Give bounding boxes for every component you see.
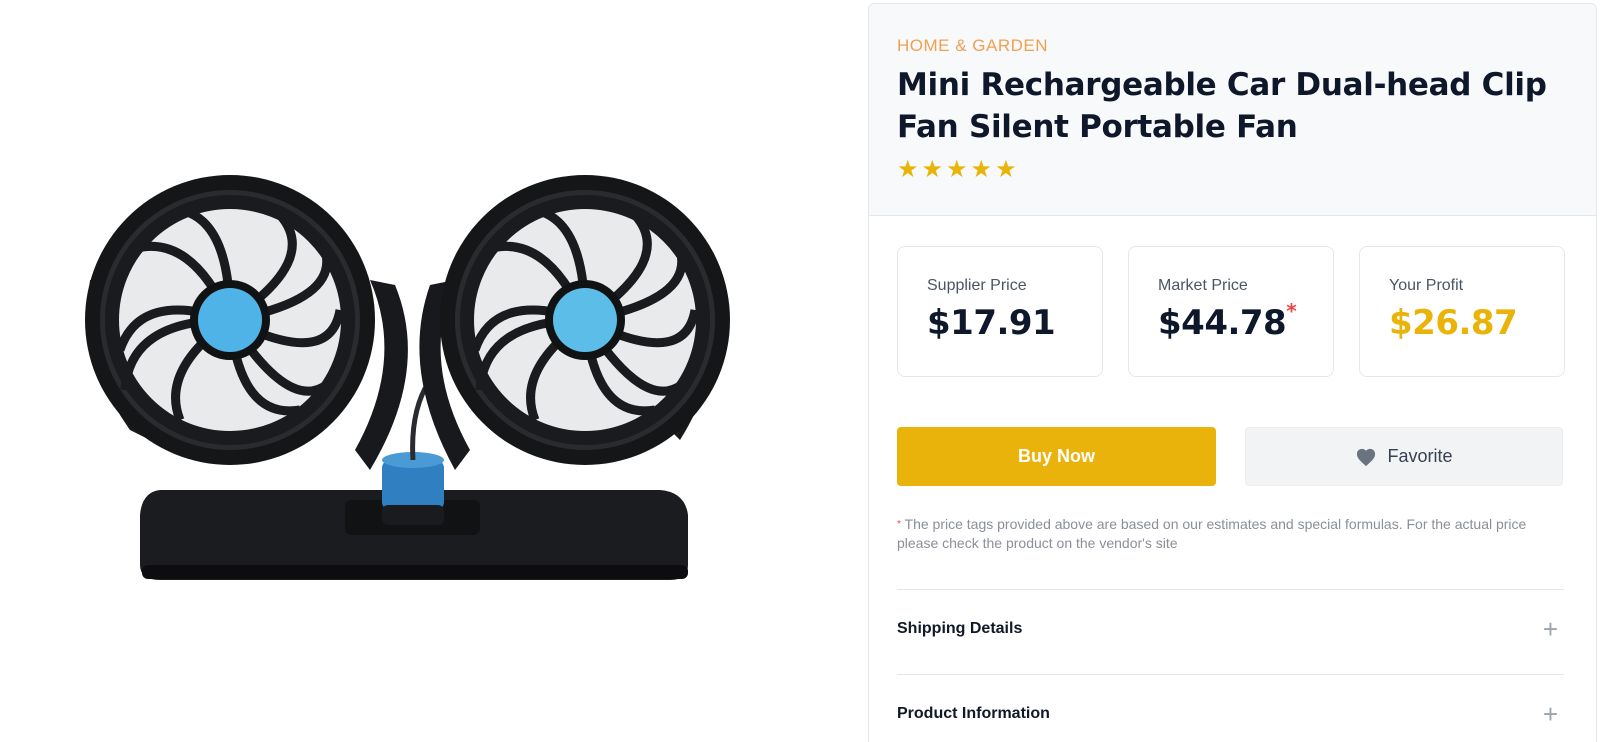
- supplier-price-card: Supplier Price $17.91: [897, 246, 1103, 377]
- star-icon: ★: [995, 156, 1017, 183]
- heart-icon: [1357, 448, 1376, 466]
- accordion-shipping-details[interactable]: Shipping Details +: [897, 609, 1564, 649]
- supplier-price-label: Supplier Price: [927, 277, 1027, 294]
- supplier-price-value: $17.91: [927, 303, 1056, 343]
- divider: [897, 589, 1564, 590]
- divider: [897, 674, 1564, 675]
- market-price-asterisk: *: [1286, 299, 1297, 323]
- favorite-button[interactable]: Favorite: [1245, 427, 1563, 486]
- accordion-label: Shipping Details: [897, 620, 1023, 637]
- market-price-value: $44.78: [1158, 303, 1287, 343]
- star-icon: ★: [921, 156, 944, 183]
- star-icon: ★: [970, 156, 993, 183]
- disclaimer-asterisk: *: [897, 519, 901, 530]
- market-price-label: Market Price: [1158, 277, 1248, 294]
- product-category[interactable]: HOME & GARDEN: [897, 36, 1568, 56]
- buy-now-button[interactable]: Buy Now: [897, 427, 1216, 486]
- profit-label: Your Profit: [1389, 277, 1464, 294]
- product-header: HOME & GARDEN Mini Rechargeable Car Dual…: [869, 4, 1596, 216]
- product-image: [85, 175, 730, 580]
- product-image-area: [0, 0, 840, 742]
- market-price-card: Market Price $44.78*: [1128, 246, 1334, 377]
- profit-value: $26.87: [1389, 303, 1518, 343]
- disclaimer-text: The price tags provided above are based …: [897, 516, 1527, 551]
- product-title: Mini Rechargeable Car Dual-head Clip Fan…: [897, 67, 1547, 145]
- expand-plus-icon[interactable]: +: [1543, 616, 1558, 642]
- favorite-label: Favorite: [1387, 446, 1453, 466]
- action-buttons: Buy Now Favorite: [897, 427, 1563, 486]
- profit-card: Your Profit $26.87: [1359, 246, 1565, 377]
- price-cards: Supplier Price $17.91 Market Price $44.7…: [897, 246, 1565, 377]
- market-price-value-wrap: $44.78*: [1158, 299, 1333, 343]
- accordion-label: Product Information: [897, 705, 1050, 722]
- accordion-product-information[interactable]: Product Information +: [897, 694, 1564, 734]
- rating-stars: ★ ★ ★ ★ ★: [897, 158, 1568, 182]
- price-disclaimer: * The price tags provided above are base…: [897, 515, 1567, 553]
- star-icon: ★: [946, 156, 968, 183]
- product-detail-panel: HOME & GARDEN Mini Rechargeable Car Dual…: [868, 3, 1597, 742]
- star-icon: ★: [897, 156, 919, 183]
- expand-plus-icon[interactable]: +: [1543, 701, 1558, 727]
